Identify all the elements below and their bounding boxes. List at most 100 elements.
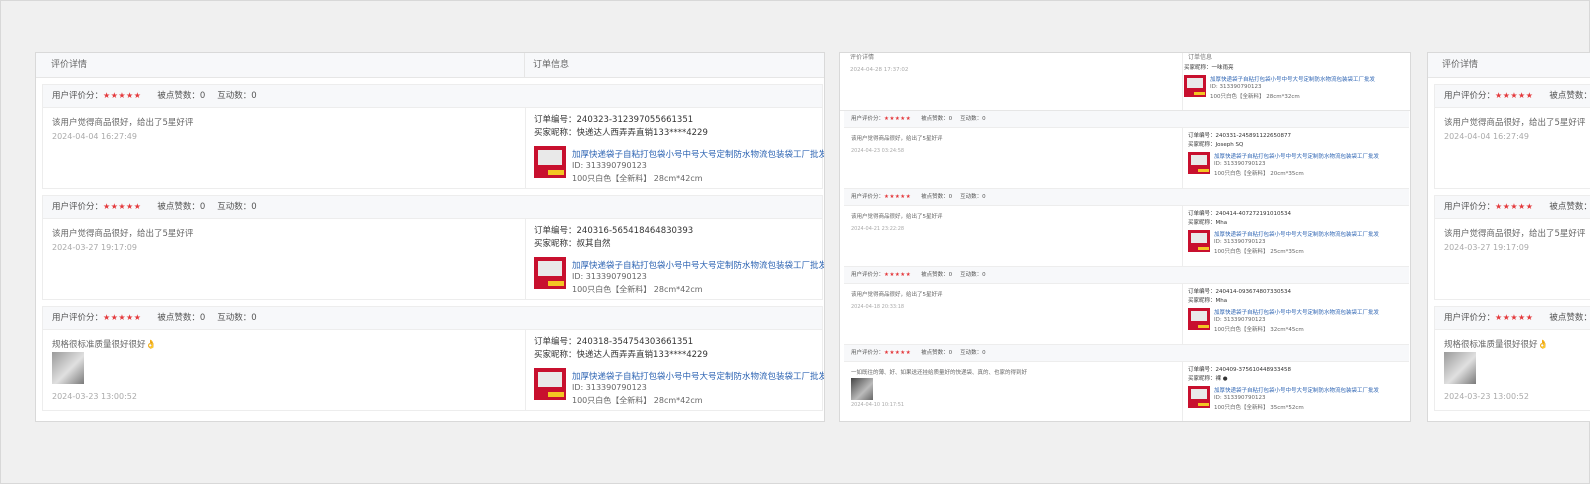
likes-count: 被点赞数：0 — [1549, 313, 1590, 323]
column-divider — [525, 330, 526, 410]
buyer-label: 买家昵称： — [534, 239, 577, 249]
product-spec: 100只白色【全新料】 25cm*35cm — [1214, 249, 1304, 255]
likes-count: 被点赞数：0 — [157, 202, 206, 212]
product-thumbnail[interactable] — [534, 368, 566, 400]
user-rating-label: 用户评价分： — [52, 313, 104, 323]
review-text: 该用户觉得商品很好，给出了5星好评 — [1444, 118, 1586, 128]
product-title-link[interactable]: 加厚快递袋子自粘打包袋小号中号大号定制防水物流包装袋工厂批发 — [1214, 152, 1379, 160]
interactions-count: 互动数：0 — [960, 194, 986, 200]
header-divider — [524, 53, 525, 77]
column-divider — [525, 219, 526, 299]
product-spec: 100只白色【全新料】 20cm*35cm — [1214, 171, 1304, 177]
product-thumbnail[interactable] — [1188, 386, 1210, 408]
review-text: 该用户觉得商品很好，给出了5星好评 — [52, 229, 194, 239]
interactions-count: 互动数：0 — [217, 313, 257, 323]
product-thumbnail[interactable] — [1188, 152, 1210, 174]
review-photo-thumbnail[interactable] — [52, 352, 84, 384]
buyer-name: Mha — [1215, 298, 1228, 304]
order-no[interactable]: 240331-245891122650877 — [1216, 133, 1291, 139]
review-record: 用户评价分：★★★★★ 被点赞数：0 该用户觉得商品很好，给出了5星好评 2024… — [1434, 84, 1590, 189]
order-no[interactable]: 240316-565418464830393 — [577, 226, 694, 236]
product-spec: 100只白色【全新料】 32cm*45cm — [1214, 327, 1304, 333]
buyer-name: 快递达人西弄弄直销133****4229 — [576, 350, 708, 360]
order-info: 订单编号：240331-245891122650877 买家昵称：Joseph … — [1188, 133, 1291, 148]
likes-count: 被点赞数：0 — [921, 350, 953, 356]
product-title-link[interactable]: 加厚快递袋子自粘打包袋小号中号大号定制防水物流包装袋工厂批发 — [572, 259, 824, 271]
review-record-header: 用户评价分：★★★★★ 被点赞数：0 互动数：0 — [43, 85, 822, 108]
order-no-label: 订单编号： — [534, 337, 577, 347]
rating-stars: ★★★★★ — [103, 202, 142, 211]
review-photo-thumbnail[interactable] — [1444, 352, 1476, 384]
review-record: 用户评价分：★★★★★ 被点赞数：0 互动数：0 该用户觉得商品很好，给出了5星好评… — [844, 111, 1409, 189]
likes-count: 被点赞数：0 — [1549, 202, 1590, 212]
rating-stars: ★★★★★ — [884, 116, 912, 122]
review-time: 2024-03-27 19:17:09 — [52, 243, 137, 252]
header-order-info: 订单信息 — [533, 60, 570, 70]
product-thumbnail[interactable] — [1188, 308, 1210, 330]
product-id: ID: 313390790123 — [1214, 239, 1266, 245]
order-info: 订单编号：240323-312397055661351 买家昵称：快递达人西弄弄… — [534, 114, 708, 140]
likes-count: 被点赞数：0 — [1549, 91, 1590, 101]
order-no[interactable]: 240318-354754303661351 — [577, 337, 694, 347]
likes-count: 被点赞数：0 — [157, 91, 206, 101]
product-id: ID: 313390790123 — [572, 272, 647, 281]
interactions-count: 互动数：0 — [960, 350, 986, 356]
review-text: 该用户觉得商品很好，给出了5星好评 — [851, 292, 943, 298]
review-record-body: 该用户觉得商品很好，给出了5星好评 2024-03-27 19:17:09 — [1435, 219, 1590, 299]
product-title-link[interactable]: 加厚快递袋子自粘打包袋小号中号大号定制防水物流包装袋工厂批发 — [1214, 308, 1379, 316]
user-rating-label: 用户评价分： — [851, 194, 885, 200]
review-record-header: 用户评价分：★★★★★ 被点赞数：0 互动数：0 — [844, 267, 1409, 284]
order-no[interactable]: 240414-093674807330534 — [1216, 289, 1291, 295]
review-text: 一如既往的薄、好、如果送还挂给质量好的快递袋、真的、也家的得到好 — [851, 370, 1028, 376]
review-table-panel-cropped: 评价详情 用户评价分：★★★★★被点赞数：0 该用户觉得商品很好，给出了5星好评… — [1427, 52, 1590, 422]
review-text: 该用户觉得商品很好，给出了5星好评 — [851, 214, 943, 220]
buyer-label: 买家昵称： — [534, 128, 577, 138]
likes-count: 被点赞数：0 — [921, 194, 953, 200]
order-no[interactable]: 240409-375610448933458 — [1216, 367, 1291, 373]
interactions-count: 互动数：0 — [217, 202, 257, 212]
product-title-link[interactable]: 加厚快递袋子自粘打包袋小号中号大号定制防水物流包装袋工厂批发 — [1214, 230, 1379, 238]
review-record-body: 该用户觉得商品很好，给出了5星好评 2024-04-04 16:27:49 — [1435, 108, 1590, 188]
user-rating-label: 用户评价分： — [1444, 91, 1496, 101]
order-info: 订单编号：240316-565418464830393 买家昵称：叔其自然 — [534, 225, 693, 251]
user-rating-label: 用户评价分： — [851, 116, 885, 122]
product-thumbnail[interactable] — [534, 146, 566, 178]
review-record: 用户评价分：★★★★★ 被点赞数：0 互动数：0 该用户觉得商品很好，给出了5星好评… — [844, 267, 1409, 345]
header-review-details: 评价详情 — [51, 60, 88, 70]
review-text: 该用户觉得商品很好，给出了5星好评 — [851, 136, 943, 142]
product-thumbnail[interactable] — [1184, 75, 1206, 97]
review-time: 2024-04-28 17:37:02 — [850, 67, 909, 73]
order-no[interactable]: 240323-312397055661351 — [577, 115, 694, 125]
product-title-link[interactable]: 加厚快递袋子自粘打包袋小号中号大号定制防水物流包装袋工厂批发 — [572, 370, 824, 382]
column-divider — [1182, 284, 1183, 344]
review-time: 2024-04-04 16:27:49 — [52, 132, 137, 141]
header-order-info: 订单信息 — [1188, 54, 1213, 61]
table-header: 评价详情 — [1428, 53, 1590, 78]
user-rating-label: 用户评价分： — [1444, 313, 1496, 323]
product-title-link[interactable]: 加厚快递袋子自粘打包袋小号中号大号定制防水物流包装袋工厂批发 — [1214, 386, 1379, 394]
product-id: ID: 313390790123 — [1214, 161, 1266, 167]
product-thumbnail[interactable] — [534, 257, 566, 289]
column-divider — [1182, 362, 1183, 421]
product-thumbnail[interactable] — [1188, 230, 1210, 252]
review-table-panel-scrolled: 评价详情 订单信息 2024-04-28 17:37:02 买家昵称：一味雨亮 … — [839, 52, 1411, 422]
review-text: 该用户觉得商品很好，给出了5星好评 — [52, 118, 194, 128]
review-record: 用户评价分：★★★★★ 被点赞数：0 互动数：0 该用户觉得商品很好，给出了5星好评… — [42, 195, 824, 300]
interactions-count: 互动数：0 — [960, 272, 986, 278]
product-spec: 100只白色【全新料】 28cm*42cm — [572, 285, 703, 294]
buyer-name: 快递达人西弄弄直销133****4229 — [576, 128, 708, 138]
column-divider — [1182, 206, 1183, 266]
review-photo-thumbnail[interactable] — [851, 378, 873, 400]
product-title-link[interactable]: 加厚快递袋子自粘打包袋小号中号大号定制防水物流包装袋工厂批发 — [572, 148, 824, 160]
review-time: 2024-04-18 20:33:18 — [851, 304, 905, 310]
product-title-link[interactable]: 加厚快递袋子自粘打包袋小号中号大号定制防水物流包装袋工厂批发 — [1210, 75, 1375, 83]
interactions-count: 互动数：0 — [217, 91, 257, 101]
review-time: 2024-03-23 13:00:52 — [52, 392, 137, 401]
review-record-header: 用户评价分：★★★★★ 被点赞数：0 互动数：0 — [43, 196, 822, 219]
order-no[interactable]: 240414-407272191010534 — [1216, 211, 1291, 217]
product-id: ID: 313390790123 — [1210, 84, 1262, 90]
order-info: 订单编号：240409-375610448933458 买家昵称：裸 ● — [1188, 367, 1291, 382]
product-id: ID: 313390790123 — [572, 383, 647, 392]
review-time: 2024-04-04 16:27:49 — [1444, 132, 1529, 141]
rating-stars: ★★★★★ — [884, 350, 912, 356]
